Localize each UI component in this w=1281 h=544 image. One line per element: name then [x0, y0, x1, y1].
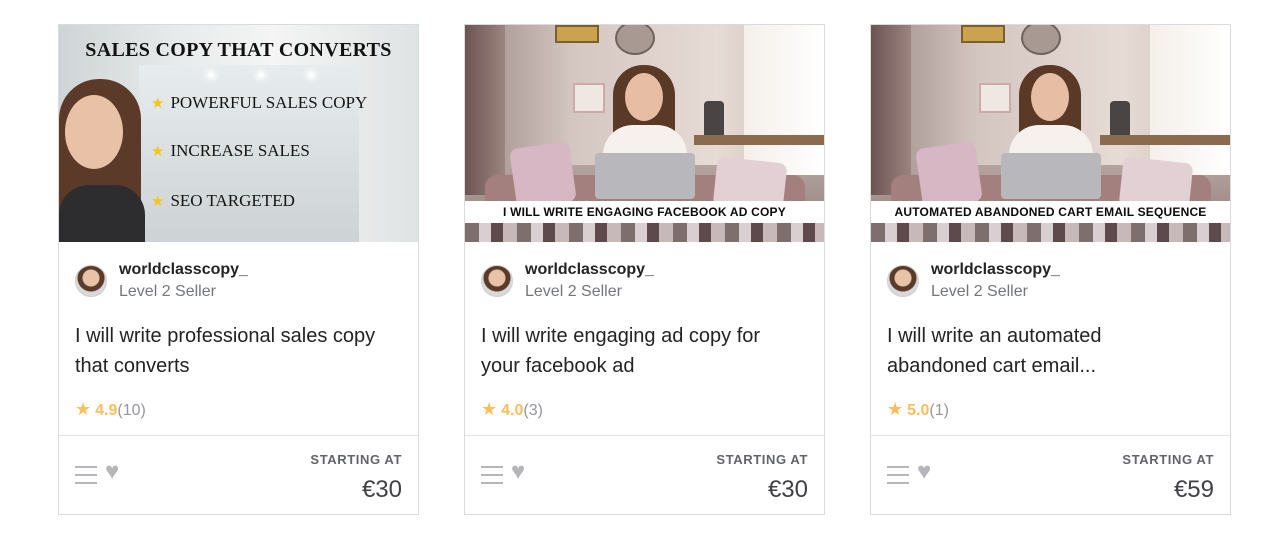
- star-icon: ★: [481, 399, 498, 419]
- rating-score: 4.9: [95, 402, 118, 419]
- seller-level: Level 2 Seller: [931, 283, 1028, 300]
- menu-icon[interactable]: [481, 466, 503, 484]
- thumbnail-image: SALES COPY THAT CONVERTS ★ POWERFUL SALES…: [59, 25, 418, 242]
- price: €30: [767, 476, 808, 503]
- rating: ★ 5.0(1): [887, 399, 949, 420]
- thumbnail-bullet: ★ POWERFUL SALES COPY: [151, 93, 368, 112]
- card-footer: ♥ STARTING AT €30: [465, 435, 824, 515]
- starting-at-label: STARTING AT: [1122, 452, 1214, 467]
- heart-icon[interactable]: ♥: [105, 460, 119, 484]
- gig-title[interactable]: I will write an automated abandoned cart…: [887, 321, 1207, 381]
- price: €30: [361, 476, 402, 503]
- heart-icon[interactable]: ♥: [511, 460, 525, 484]
- rating-score: 4.0: [501, 402, 524, 419]
- seller-name[interactable]: worldclasscopy_: [931, 261, 1060, 279]
- heart-icon[interactable]: ♥: [917, 460, 931, 484]
- gig-title[interactable]: I will write engaging ad copy for your f…: [481, 321, 801, 381]
- star-icon: ★: [75, 399, 92, 419]
- starting-at-label: STARTING AT: [716, 452, 808, 467]
- gig-title[interactable]: I will write professional sales copy tha…: [75, 321, 395, 381]
- gig-card[interactable]: I WILL WRITE ENGAGING FACEBOOK AD COPY w…: [464, 24, 825, 515]
- gig-grid: SALES COPY THAT CONVERTS ★ POWERFUL SALES…: [0, 0, 1281, 544]
- avatar[interactable]: [887, 265, 919, 297]
- menu-icon[interactable]: [887, 466, 909, 484]
- seller-name[interactable]: worldclasscopy_: [525, 261, 654, 279]
- thumbnail-banner: AUTOMATED ABANDONED CART EMAIL SEQUENCE: [871, 201, 1230, 223]
- rating: ★ 4.9(10): [75, 399, 146, 420]
- star-icon: ★: [151, 144, 165, 160]
- seller-level: Level 2 Seller: [525, 283, 622, 300]
- card-footer: ♥ STARTING AT €59: [871, 435, 1230, 515]
- gig-thumbnail[interactable]: SALES COPY THAT CONVERTS ★ POWERFUL SALES…: [59, 25, 418, 242]
- seller-name[interactable]: worldclasscopy_: [119, 261, 248, 279]
- price: €59: [1173, 476, 1214, 503]
- star-icon: ★: [151, 194, 165, 210]
- rating-count: (3): [523, 402, 543, 419]
- rating-count: (1): [929, 402, 949, 419]
- rating-count: (10): [117, 402, 146, 419]
- gig-card[interactable]: AUTOMATED ABANDONED CART EMAIL SEQUENCE …: [870, 24, 1231, 515]
- avatar[interactable]: [75, 265, 107, 297]
- menu-icon[interactable]: [75, 466, 97, 484]
- star-icon: ★: [887, 399, 904, 419]
- seller-level: Level 2 Seller: [119, 283, 216, 300]
- thumbnail-title: SALES COPY THAT CONVERTS: [85, 39, 392, 61]
- gig-card[interactable]: SALES COPY THAT CONVERTS ★ POWERFUL SALES…: [58, 24, 419, 515]
- star-icon: ★: [151, 96, 165, 112]
- avatar[interactable]: [481, 265, 513, 297]
- card-footer: ♥ STARTING AT €30: [59, 435, 418, 515]
- starting-at-label: STARTING AT: [310, 452, 402, 467]
- gig-thumbnail[interactable]: I WILL WRITE ENGAGING FACEBOOK AD COPY: [465, 25, 824, 242]
- rating-score: 5.0: [907, 402, 930, 419]
- thumbnail-banner: I WILL WRITE ENGAGING FACEBOOK AD COPY: [465, 201, 824, 223]
- thumbnail-bullet: ★ INCREASE SALES: [151, 141, 310, 160]
- thumbnail-bullet: ★ SEO TARGETED: [151, 191, 295, 210]
- gig-thumbnail[interactable]: AUTOMATED ABANDONED CART EMAIL SEQUENCE: [871, 25, 1230, 242]
- rating: ★ 4.0(3): [481, 399, 543, 420]
